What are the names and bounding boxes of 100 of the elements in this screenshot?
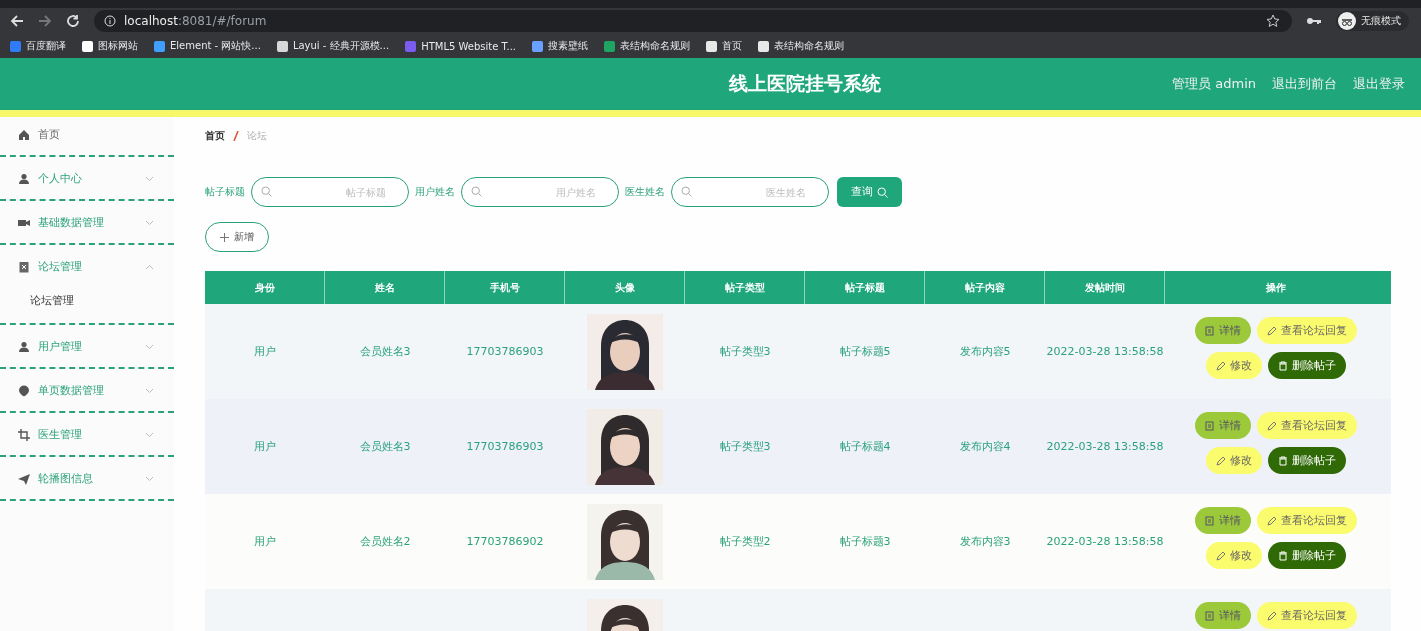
search-icon: [471, 186, 482, 197]
trash-icon: [1278, 360, 1288, 371]
table-cell: 2022-03-28 13:58:58: [1046, 535, 1164, 548]
clipboard-icon: [18, 260, 30, 273]
details-button[interactable]: 详情: [1195, 602, 1251, 629]
address-bar[interactable]: localhost:8081/#/forum: [94, 10, 1292, 32]
bookmark[interactable]: 表结构命名规则: [758, 39, 845, 53]
table-cell: 用户: [254, 344, 276, 359]
person-icon: [18, 340, 30, 353]
pencil-icon: [1216, 360, 1226, 371]
document-icon: [1205, 420, 1215, 431]
pencil-icon: [1216, 550, 1226, 561]
pencil-icon: [1267, 610, 1277, 621]
view-replies-button[interactable]: 查看论坛回复: [1257, 317, 1357, 344]
menu-item[interactable]: 轮播图信息: [0, 465, 174, 492]
details-button[interactable]: 详情: [1195, 412, 1251, 439]
crop-icon: [18, 428, 30, 441]
back-icon: [10, 14, 24, 28]
menu-item[interactable]: 单页数据管理: [0, 377, 174, 404]
column-header: 操作: [1265, 280, 1287, 295]
person-icon: [18, 172, 30, 185]
url-text: localhost:8081/#/forum: [124, 14, 267, 28]
table-cell: 帖子类型2: [719, 534, 771, 549]
forward-icon: [38, 14, 52, 28]
menu-item[interactable]: 基础数据管理: [0, 209, 174, 236]
view-replies-button[interactable]: 查看论坛回复: [1257, 412, 1357, 439]
table-cell: 会员姓名2: [359, 534, 411, 549]
submenu-item[interactable]: 论坛管理: [0, 280, 174, 316]
field-label: 医生姓名: [625, 185, 665, 199]
table-cell: 帖子类型3: [719, 439, 771, 454]
edit-button[interactable]: 修改: [1206, 447, 1262, 474]
search-icon: [681, 186, 692, 197]
breadcrumb-item[interactable]: 首页: [205, 129, 225, 143]
table-cell: 17703786903: [466, 440, 544, 453]
table-cell: 帖子标题4: [839, 439, 891, 454]
table-cell: 17703786902: [466, 535, 544, 548]
incognito-icon: [1338, 12, 1356, 30]
add-button[interactable]: 新增: [205, 222, 269, 252]
pencil-icon: [1267, 325, 1277, 336]
table-cell: 会员姓名3: [359, 439, 411, 454]
search-icon: [877, 186, 888, 198]
menu-item[interactable]: 个人中心: [0, 165, 174, 192]
menu-item[interactable]: 首页: [0, 121, 174, 148]
star-icon: [1266, 14, 1280, 28]
menu-item[interactable]: 用户管理: [0, 333, 174, 360]
table-cell: 用户: [254, 439, 276, 454]
pencil-icon: [1267, 515, 1277, 526]
details-button[interactable]: 详情: [1195, 507, 1251, 534]
search-button[interactable]: 查询: [837, 177, 902, 207]
table-cell: 发布内容4: [959, 439, 1011, 454]
table-cell: 用户: [254, 534, 276, 549]
bookmark[interactable]: 搜素壁纸: [532, 39, 589, 53]
view-replies-button[interactable]: 查看论坛回复: [1257, 602, 1357, 629]
table-cell: 发布内容5: [959, 344, 1011, 359]
bookmark[interactable]: HTML5 Website T...: [405, 40, 517, 52]
table-cell: 2022-03-28 13:58:58: [1046, 345, 1164, 358]
trash-icon: [1278, 550, 1288, 561]
location-pin-icon: [18, 384, 30, 397]
home-icon: [18, 128, 30, 141]
field-label: 用户姓名: [415, 185, 455, 199]
search-field[interactable]: 用户姓名: [461, 177, 619, 207]
document-icon: [1205, 610, 1215, 621]
bookmark[interactable]: 表结构命名规则: [604, 39, 691, 53]
menu-item[interactable]: 医生管理: [0, 421, 174, 448]
profile-button[interactable]: 无痕模式: [1336, 11, 1409, 31]
delete-button[interactable]: 删除帖子: [1268, 542, 1346, 569]
bookmark[interactable]: 首页: [706, 39, 743, 53]
table-cell: 发布内容3: [959, 534, 1011, 549]
bookmark[interactable]: Layui - 经典开源模...: [276, 39, 390, 53]
document-icon: [1205, 515, 1215, 526]
edit-button[interactable]: 修改: [1206, 542, 1262, 569]
edit-button[interactable]: 修改: [1206, 352, 1262, 379]
table-cell: 2022-03-28 13:58:58: [1046, 440, 1164, 453]
info-icon: [104, 15, 116, 27]
field-label: 帖子标题: [205, 185, 245, 199]
bookmark[interactable]: Element - 网站快...: [154, 39, 261, 53]
breadcrumb-item: 论坛: [247, 129, 267, 143]
bookmark[interactable]: 百度翻译: [10, 39, 66, 53]
delete-button[interactable]: 删除帖子: [1268, 352, 1346, 379]
document-icon: [1205, 325, 1215, 336]
search-field[interactable]: 医生姓名: [671, 177, 829, 207]
table-cell: 帖子标题3: [839, 534, 891, 549]
table-cell: 帖子标题5: [839, 344, 891, 359]
table-cell: 会员姓名3: [359, 344, 411, 359]
table-cell: 17703786903: [466, 345, 544, 358]
trash-icon: [1278, 455, 1288, 466]
pencil-icon: [1267, 420, 1277, 431]
search-field[interactable]: 帖子标题: [251, 177, 409, 207]
pencil-icon: [1216, 455, 1226, 466]
paper-plane-icon: [18, 472, 30, 485]
app-title: 线上医院挂号系统: [728, 71, 881, 96]
plus-icon: [220, 232, 229, 242]
view-replies-button[interactable]: 查看论坛回复: [1257, 507, 1357, 534]
key-icon: [1306, 16, 1322, 26]
delete-button[interactable]: 删除帖子: [1268, 447, 1346, 474]
bookmark[interactable]: 图标网站: [82, 39, 138, 53]
breadcrumb-separator: [233, 131, 239, 141]
reload-icon: [66, 14, 80, 28]
details-button[interactable]: 详情: [1195, 317, 1251, 344]
menu-item[interactable]: 论坛管理: [0, 253, 174, 280]
